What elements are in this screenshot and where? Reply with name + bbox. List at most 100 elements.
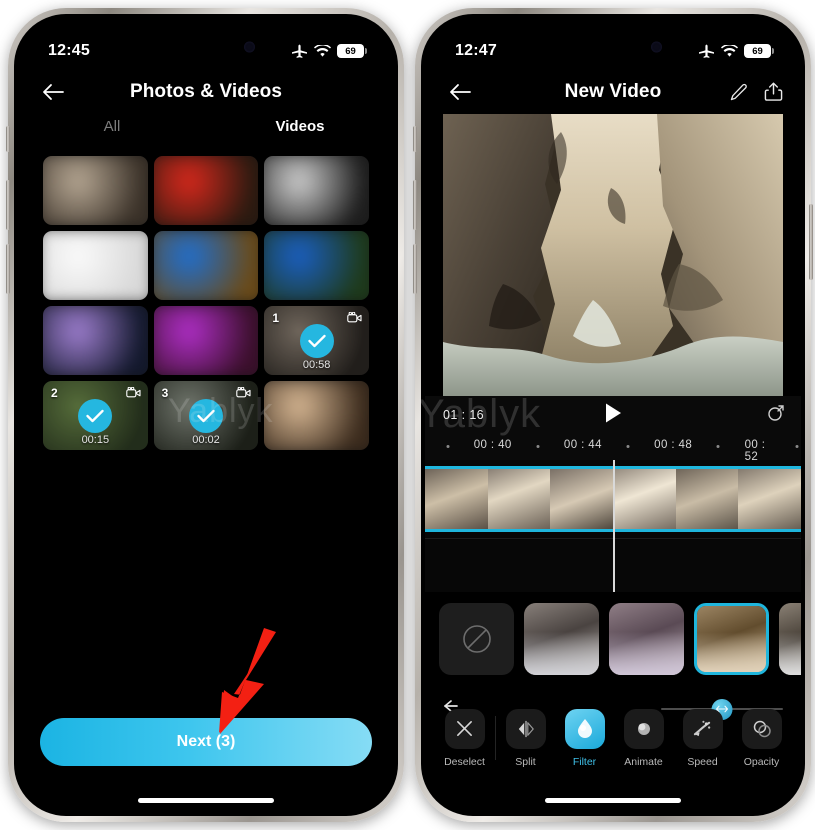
media-thumbnail: [264, 381, 369, 451]
check-icon[interactable]: [188, 398, 223, 433]
status-indicators: 69: [291, 44, 367, 59]
filter-tint-overlay: [779, 603, 801, 675]
phone-device-right: 12:47 69 New Video 01: 16 00: 40 00: …: [413, 8, 813, 822]
clip-frame-thumbnail: [613, 469, 676, 529]
tool-label: Deselect: [444, 755, 485, 768]
filter-preset-option[interactable]: [694, 603, 769, 675]
back-button-right[interactable]: [445, 77, 475, 107]
timeline-tracks[interactable]: [425, 460, 801, 592]
filter-preset-option[interactable]: [524, 603, 599, 675]
media-cell[interactable]: [153, 231, 259, 301]
tool-split[interactable]: Split: [497, 708, 555, 768]
canyon-scene-image: [443, 114, 783, 396]
tool-label: Filter: [572, 755, 597, 768]
check-icon[interactable]: [78, 398, 113, 433]
check-icon[interactable]: [299, 323, 334, 358]
home-indicator[interactable]: [138, 798, 274, 803]
volume-up-button-right[interactable]: [413, 180, 417, 230]
media-cell[interactable]: [264, 156, 369, 226]
filter-tint-overlay: [524, 603, 599, 675]
silent-switch-button-right[interactable]: [413, 126, 417, 152]
clip-frame-thumbnail: [487, 469, 551, 529]
video-camera-icon: [236, 386, 251, 404]
media-cell[interactable]: [153, 306, 259, 376]
volume-down-button[interactable]: [6, 244, 10, 294]
filter-preset-option[interactable]: [779, 603, 801, 675]
selection-order-badge: 3: [161, 386, 169, 401]
media-cell[interactable]: [43, 306, 148, 376]
tool-opacity[interactable]: Opacity: [733, 708, 791, 768]
tool-label: Speed: [687, 755, 718, 768]
playback-time: 01 : 16: [443, 408, 485, 422]
filter-presets-row[interactable]: [425, 598, 801, 680]
airplane-mode-icon: [699, 44, 714, 58]
silent-switch-button[interactable]: [6, 126, 10, 152]
media-cell-selected[interactable]: 3 00:02: [153, 381, 259, 451]
play-button[interactable]: [603, 402, 623, 429]
navigation-bar-left: Photos & Videos: [18, 70, 394, 114]
video-camera-icon: [125, 386, 141, 404]
next-button[interactable]: Next (3): [40, 718, 372, 766]
ruler-tick-dot: [446, 445, 450, 448]
clip-frame-thumbnail: [675, 469, 739, 529]
media-cell[interactable]: [264, 381, 369, 451]
home-indicator-right[interactable]: [545, 798, 681, 803]
navigation-bar-right: New Video: [425, 70, 801, 114]
status-indicators-right: 69: [698, 44, 774, 59]
preview-canvas: [443, 114, 783, 396]
filter-none-option[interactable]: [439, 603, 514, 675]
clip-frame-thumbnail: [550, 469, 614, 529]
fullscreen-button[interactable]: [767, 404, 785, 427]
tool-label: Split: [515, 755, 536, 768]
nav-actions: [729, 82, 783, 102]
screen-video-editor: 12:47 69 New Video 01: 16 00: 40 00: …: [425, 18, 801, 812]
tool-filter[interactable]: Filter: [556, 708, 614, 768]
share-icon[interactable]: [764, 82, 783, 102]
dynamic-island-right: [551, 30, 675, 64]
status-clock: 12:45: [48, 42, 90, 59]
battery-level-right: 69: [752, 45, 763, 57]
airplane-mode-icon: [292, 44, 307, 58]
media-thumbnail: [43, 231, 148, 301]
tool-deselect[interactable]: Deselect: [436, 708, 494, 768]
volume-down-button-right[interactable]: [413, 244, 417, 294]
media-duration: 00:58: [302, 359, 331, 372]
edit-toolbar: Deselect Split Filter Animate Speed Opacity: [425, 698, 801, 778]
media-cell[interactable]: [43, 156, 148, 226]
ruler-time-label: 00 : 44: [563, 439, 602, 451]
selection-order-badge: 1: [272, 311, 280, 326]
tool-speed[interactable]: Speed: [674, 708, 732, 768]
media-thumbnail: [264, 231, 369, 301]
fullscreen-icon: [768, 404, 784, 421]
media-cell[interactable]: [264, 231, 369, 301]
tab-all[interactable]: All: [18, 118, 206, 150]
media-cell[interactable]: [43, 231, 148, 301]
play-icon: [606, 403, 621, 422]
phone-device-left: 12:45 69 Photos & Videos All Videos 1 00…: [6, 8, 404, 822]
tab-videos[interactable]: Videos: [206, 118, 394, 150]
volume-up-button[interactable]: [6, 180, 10, 230]
media-thumbnail: [43, 306, 148, 376]
media-cell-selected[interactable]: 1 00:58: [264, 306, 369, 376]
media-cell[interactable]: [153, 156, 259, 226]
media-thumbnail: [153, 306, 259, 376]
video-preview[interactable]: [425, 114, 801, 396]
power-button[interactable]: [809, 204, 813, 280]
media-thumbnail: [43, 156, 148, 226]
dynamic-island: [144, 30, 268, 64]
battery-indicator: 69: [337, 44, 367, 58]
ruler-tick-dot: [716, 445, 720, 448]
no-filter-icon: [462, 625, 491, 653]
pencil-icon[interactable]: [729, 83, 748, 102]
ruler-marks: 00 : 40 00 : 44 00 : 48 00 : 52: [425, 434, 801, 463]
video-camera-icon: [347, 311, 362, 329]
media-duration: 00:15: [81, 434, 110, 447]
playhead[interactable]: [613, 460, 615, 592]
battery-indicator-right: 69: [744, 44, 774, 58]
filter-preset-option[interactable]: [609, 603, 684, 675]
back-button[interactable]: [38, 77, 68, 107]
animate-circle-icon: [623, 708, 664, 749]
media-cell-selected[interactable]: 2 00:15: [43, 381, 148, 451]
tool-animate[interactable]: Animate: [615, 708, 673, 768]
ruler-tick-dot: [626, 445, 630, 448]
